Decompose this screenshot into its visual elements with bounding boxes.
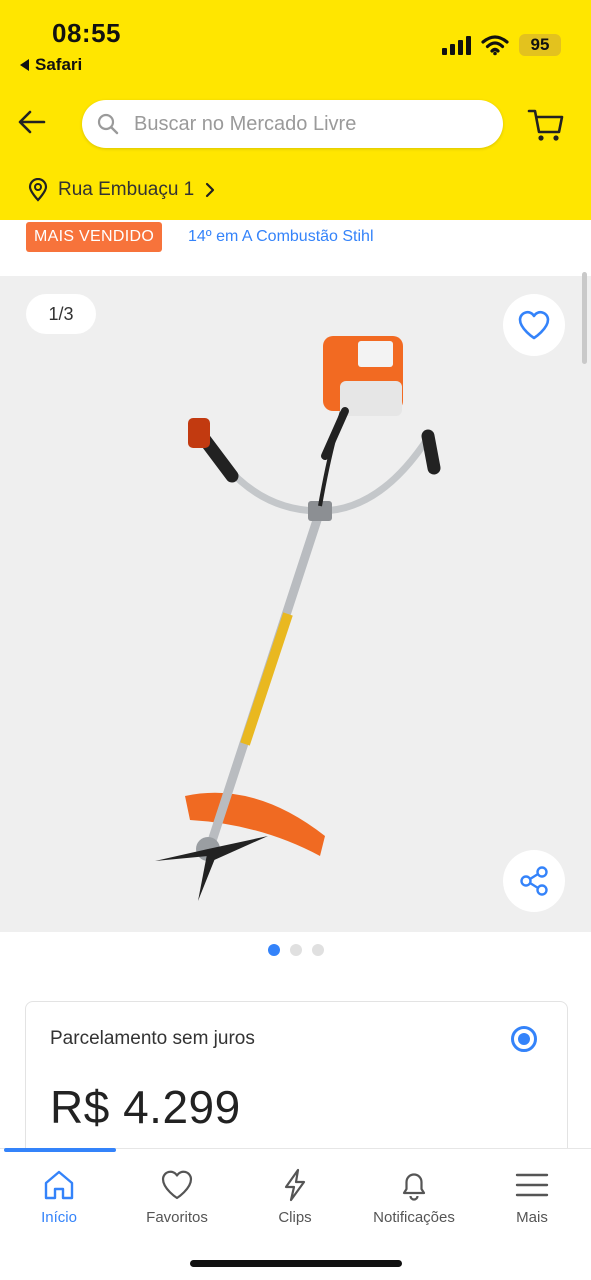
active-tab-indicator <box>4 1148 116 1152</box>
nav-item-clips[interactable]: Clips <box>236 1167 354 1226</box>
wifi-icon <box>481 35 509 56</box>
back-triangle-icon <box>20 59 29 71</box>
heart-icon <box>161 1170 193 1200</box>
nav-item-favoritos[interactable]: Favoritos <box>118 1167 236 1226</box>
product-price: R$ 4.299 <box>50 1081 241 1133</box>
nav-label-notificacoes: Notificações <box>373 1209 455 1226</box>
nav-label-favoritos: Favoritos <box>146 1209 208 1226</box>
cellular-signal-icon <box>442 35 471 55</box>
heart-icon <box>518 310 550 340</box>
nav-item-mais[interactable]: Mais <box>473 1167 591 1226</box>
payment-plan-title: Parcelamento sem juros <box>50 1028 255 1049</box>
menu-icon <box>515 1173 549 1197</box>
chevron-right-icon <box>206 182 215 198</box>
payment-radio-selected[interactable] <box>511 1026 537 1052</box>
battery-indicator: 95 <box>519 34 561 56</box>
favorite-button[interactable] <box>503 294 565 356</box>
badge-row: MAIS VENDIDO 14º em A Combustão Stihl <box>0 220 591 276</box>
header: 08:55 Safari 95 Buscar no Mercado Livre … <box>0 0 591 220</box>
home-icon <box>44 1170 74 1200</box>
status-time: 08:55 <box>52 18 121 48</box>
back-to-safari[interactable]: Safari <box>20 55 82 75</box>
share-button[interactable] <box>503 850 565 912</box>
product-gallery[interactable]: 1/3 <box>0 276 591 932</box>
nav-label-inicio: Início <box>41 1209 77 1226</box>
product-page: 08:55 Safari 95 Buscar no Mercado Livre … <box>0 0 591 1280</box>
ranking-link[interactable]: 14º em A Combustão Stihl <box>188 228 374 246</box>
product-image-brushcutter <box>155 336 441 901</box>
nav-item-inicio[interactable]: Início <box>0 1167 118 1226</box>
nav-label-clips: Clips <box>278 1209 312 1226</box>
best-seller-badge: MAIS VENDIDO <box>26 222 163 252</box>
nav-label-mais: Mais <box>516 1209 548 1226</box>
cart-icon[interactable] <box>526 104 566 144</box>
location-text: Rua Embuaçu 1 <box>58 179 195 200</box>
scrollbar[interactable] <box>582 272 587 364</box>
location-pin-icon <box>28 178 48 202</box>
lightning-icon <box>284 1168 306 1202</box>
pagination-dot-3[interactable] <box>311 944 324 956</box>
pagination-dot-1[interactable] <box>267 944 280 956</box>
nav-item-notificacoes[interactable]: Notificações <box>355 1167 473 1226</box>
home-indicator[interactable] <box>190 1260 402 1267</box>
search-placeholder: Buscar no Mercado Livre <box>134 112 357 135</box>
delivery-location[interactable]: Rua Embuaçu 1 <box>28 178 216 202</box>
bell-icon <box>402 1173 426 1201</box>
image-counter: 1/3 <box>26 294 96 334</box>
gallery-pagination <box>0 944 591 956</box>
search-input[interactable]: Buscar no Mercado Livre <box>82 100 503 148</box>
share-icon <box>520 866 548 896</box>
status-indicators: 95 <box>442 34 561 56</box>
search-icon <box>97 113 119 135</box>
pagination-dot-2[interactable] <box>289 944 302 956</box>
back-arrow-icon[interactable] <box>16 106 48 138</box>
back-app-label: Safari <box>35 55 83 74</box>
